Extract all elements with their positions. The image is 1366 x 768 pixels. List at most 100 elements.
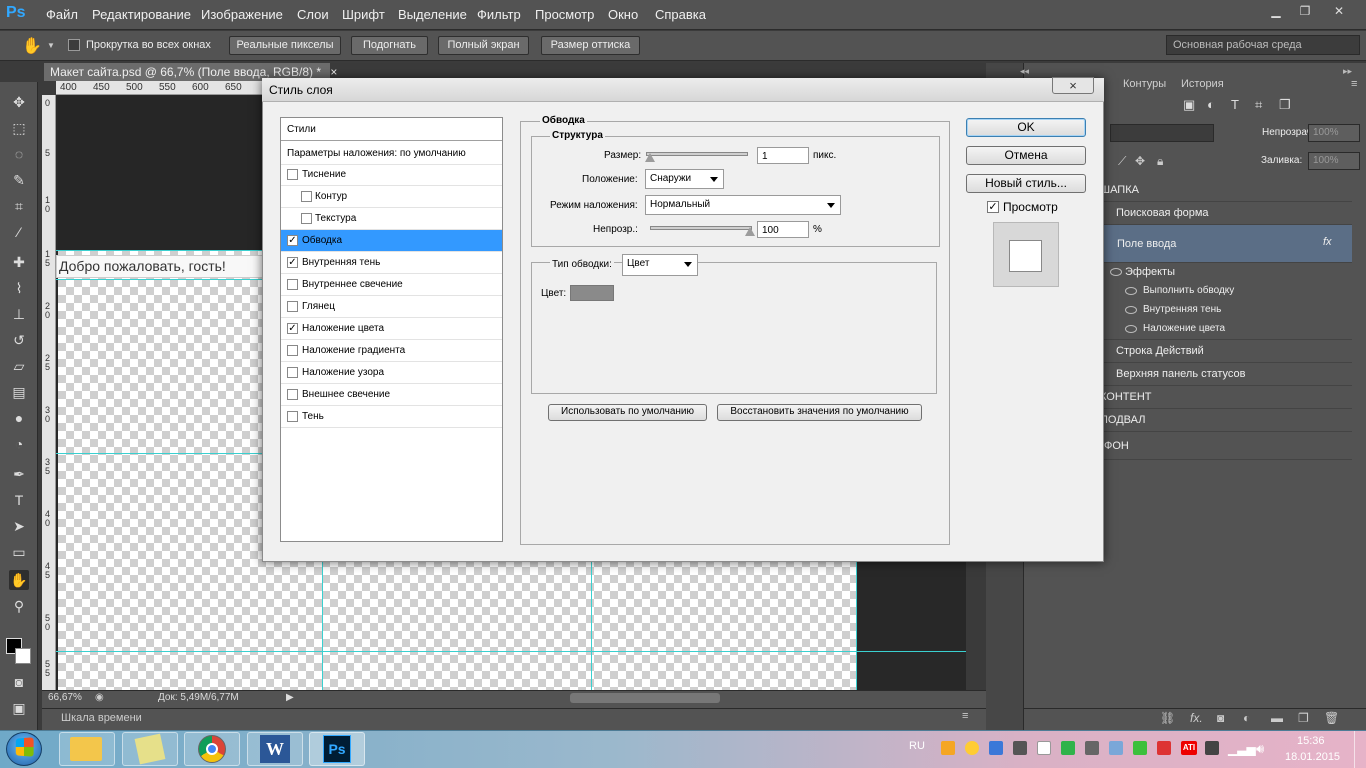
path-select-icon[interactable]: ➤ (9, 516, 29, 536)
style-checkbox[interactable] (287, 279, 298, 290)
gradient-tool-icon[interactable]: ▤ (9, 382, 29, 402)
blend-mode-select[interactable] (1110, 124, 1214, 142)
style-item-color-overlay[interactable]: ✓ Наложение цвета (281, 318, 502, 340)
tab-paths[interactable]: Контуры (1123, 78, 1166, 90)
menu-select[interactable]: Выделение (398, 7, 467, 22)
lasso-tool-icon[interactable]: ◌ (9, 144, 29, 164)
dodge-tool-icon[interactable]: ◔ (9, 434, 29, 454)
dialog-close-button[interactable]: × (1052, 77, 1094, 94)
healing-brush-icon[interactable]: ✚ (9, 252, 29, 272)
workspace-select[interactable]: Основная рабочая среда (1166, 35, 1360, 55)
minimize-icon[interactable]: ▁ (1262, 2, 1290, 20)
tray-app-icon[interactable] (1013, 741, 1027, 755)
tray-app-icon[interactable] (941, 741, 955, 755)
eye-icon[interactable] (1125, 306, 1137, 314)
size-input[interactable]: 1 (757, 147, 809, 164)
ati-tray-icon[interactable]: ATI (1181, 741, 1197, 755)
blending-options-item[interactable]: Параметры наложения: по умолчанию (281, 143, 502, 165)
eye-icon[interactable] (1110, 268, 1122, 276)
style-item-gradient-overlay[interactable]: Наложение градиента (281, 340, 502, 362)
eye-icon[interactable] (1125, 325, 1137, 333)
tray-app-icon[interactable] (1037, 741, 1051, 755)
lock-pixels-icon[interactable]: ⟋ (1118, 154, 1126, 169)
tray-app-icon[interactable] (1061, 741, 1075, 755)
new-style-button[interactable]: Новый стиль... (966, 174, 1086, 193)
style-item-inner-shadow[interactable]: ✓ Внутренняя тень (281, 252, 502, 274)
collapse-panels-icon[interactable]: ◂◂ (1020, 66, 1029, 77)
style-checkbox[interactable] (287, 345, 298, 356)
style-checkbox[interactable] (287, 367, 298, 378)
menu-type[interactable]: Шрифт (342, 7, 385, 22)
eraser-tool-icon[interactable]: ▱ (9, 356, 29, 376)
style-checkbox[interactable] (301, 191, 312, 202)
trash-icon[interactable]: 🗑︎ (1324, 711, 1339, 725)
lock-all-icon[interactable]: 🔒︎ (1157, 154, 1163, 169)
timeline-label[interactable]: Шкала времени (61, 712, 142, 724)
type-tool-icon[interactable]: T (9, 490, 29, 510)
tray-app-icon[interactable] (1109, 741, 1123, 755)
crop-tool-icon[interactable]: ⌗ (9, 196, 29, 216)
history-brush-icon[interactable]: ↺ (9, 330, 29, 350)
blur-tool-icon[interactable]: ● (9, 408, 29, 428)
ok-button[interactable]: OK (966, 118, 1086, 137)
new-layer-icon[interactable]: ❐ (1298, 711, 1309, 725)
zoom-level[interactable]: 66,67% (48, 692, 82, 703)
menu-edit[interactable]: Редактирование (92, 7, 191, 22)
add-mask-icon[interactable]: ◙ (1217, 711, 1224, 725)
style-checkbox-checked[interactable]: ✓ (287, 323, 298, 334)
language-indicator[interactable]: RU (909, 740, 925, 752)
volume-icon[interactable]: 🔊︎ (1256, 741, 1264, 757)
style-item-bevel[interactable]: Тиснение (281, 164, 502, 186)
menu-file[interactable]: Файл (46, 7, 78, 22)
tray-app-icon[interactable] (965, 741, 979, 755)
panel-menu-icon[interactable]: ≡ (962, 710, 968, 722)
dialog-titlebar[interactable] (262, 78, 1104, 102)
preview-checkbox[interactable]: ✓ (987, 201, 999, 213)
scroll-all-windows-checkbox[interactable] (68, 39, 80, 54)
clock-date[interactable]: 18.01.2015 (1285, 751, 1340, 763)
show-desktop-button[interactable] (1354, 731, 1366, 768)
pen-tool-icon[interactable]: ✒ (9, 464, 29, 484)
size-slider-track[interactable] (646, 152, 748, 156)
menu-view[interactable]: Просмотр (535, 7, 594, 22)
status-info-icon[interactable]: ◉ (95, 692, 104, 703)
quick-mask-icon[interactable]: ◙ (9, 672, 29, 692)
move-tool-icon[interactable]: ✥ (9, 92, 29, 112)
make-default-button[interactable]: Использовать по умолчанию (548, 404, 707, 421)
brush-tool-icon[interactable]: ⌇ (9, 278, 29, 298)
style-checkbox-checked[interactable]: ✓ (287, 235, 298, 246)
filter-adjust-icon[interactable]: ◐ (1207, 97, 1215, 112)
eye-icon[interactable] (1125, 287, 1137, 295)
stroke-color-swatch[interactable] (570, 285, 614, 301)
fill-type-select[interactable]: Цвет (622, 254, 698, 276)
menu-window[interactable]: Окно (608, 7, 638, 22)
full-screen-button[interactable]: Полный экран (438, 36, 529, 55)
opacity-input[interactable]: 100% (1308, 124, 1360, 142)
style-item-texture[interactable]: Текстура (281, 208, 502, 230)
background-color-swatch[interactable] (15, 648, 31, 664)
panel-menu-icon[interactable]: ≡ (1351, 78, 1357, 90)
signal-icon[interactable]: ▁▃▅ (1228, 742, 1256, 756)
quick-select-icon[interactable]: ✎ (9, 170, 29, 190)
position-select[interactable]: Снаружи (645, 169, 724, 189)
style-item-inner-glow[interactable]: Внутреннее свечение (281, 274, 502, 296)
style-checkbox-checked[interactable]: ✓ (287, 257, 298, 268)
actual-pixels-button[interactable]: Реальные пикселы (229, 36, 341, 55)
tool-preset-chevron-icon[interactable]: ▼ (47, 41, 55, 50)
opacity-input[interactable]: 100 (757, 221, 809, 238)
stamp-tool-icon[interactable]: ⊥ (9, 304, 29, 324)
filter-smart-icon[interactable]: ❐ (1279, 97, 1291, 113)
hand-tool-icon[interactable]: ✋ (22, 36, 42, 56)
menu-image[interactable]: Изображение (201, 7, 283, 22)
link-layers-icon[interactable]: ⛓ (1160, 711, 1175, 725)
menu-filter[interactable]: Фильтр (477, 7, 521, 22)
opacity-slider-thumb[interactable] (745, 227, 755, 236)
filter-image-icon[interactable]: ▣ (1183, 97, 1195, 113)
fx-icon[interactable]: fx (1323, 236, 1332, 248)
tray-app-icon[interactable] (1085, 741, 1099, 755)
close-window-icon[interactable]: ✕ (1325, 2, 1353, 20)
style-checkbox[interactable] (301, 213, 312, 224)
menu-layers[interactable]: Слои (297, 7, 329, 22)
blend-mode-dropdown[interactable]: Нормальный (645, 195, 841, 215)
lock-position-icon[interactable]: ✥ (1135, 154, 1145, 168)
